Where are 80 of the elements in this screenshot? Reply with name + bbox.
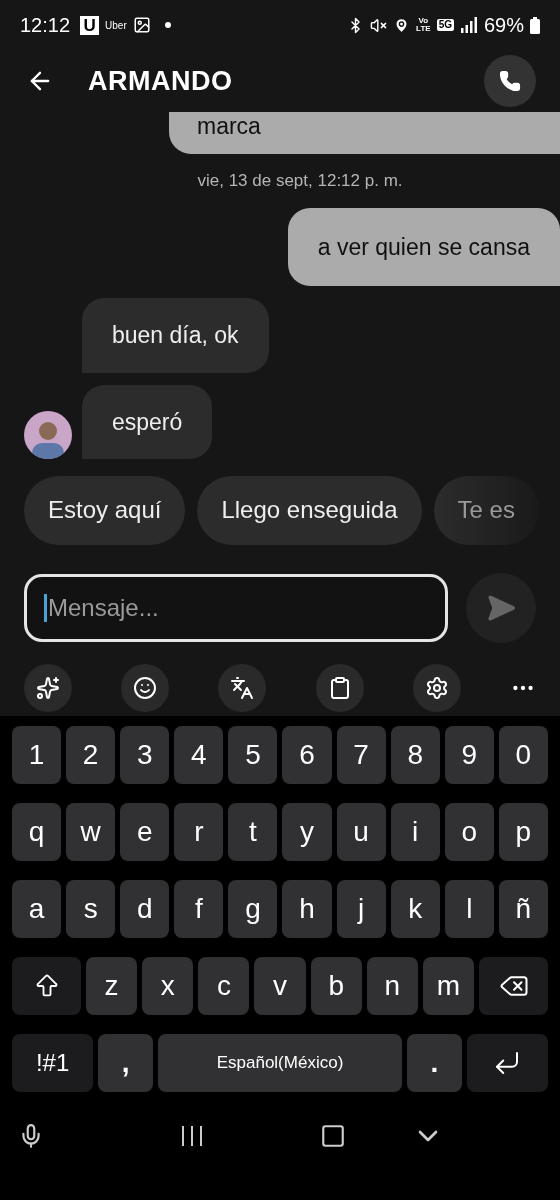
keyboard-key[interactable]: i bbox=[390, 803, 440, 861]
battery-percent: 69% bbox=[483, 13, 524, 38]
clipboard-button[interactable] bbox=[315, 664, 364, 712]
keyboard-key[interactable]: w bbox=[66, 803, 116, 861]
message-timestamp: vie, 13 de sept, 12:12 p. m. bbox=[197, 170, 403, 192]
keyboard-key[interactable]: 8 bbox=[390, 726, 440, 784]
settings-button[interactable] bbox=[412, 664, 461, 712]
keyboard-key[interactable]: m bbox=[422, 957, 474, 1015]
punctuation-key[interactable]: . bbox=[406, 1034, 462, 1092]
contact-name: ARMANDO bbox=[88, 64, 233, 98]
recent-apps-icon[interactable] bbox=[180, 1124, 204, 1148]
keyboard-key[interactable]: 1 bbox=[12, 726, 62, 784]
keyboard-key[interactable]: 3 bbox=[120, 726, 170, 784]
smile-icon bbox=[133, 676, 158, 700]
keyboard-key[interactable]: z bbox=[86, 957, 138, 1015]
keyboard-key[interactable]: y bbox=[282, 803, 332, 861]
keyboard-key[interactable]: o bbox=[444, 803, 494, 861]
keyboard-key[interactable]: p bbox=[498, 803, 548, 861]
keyboard-key[interactable]: 7 bbox=[336, 726, 386, 784]
image-icon bbox=[132, 16, 151, 34]
keyboard-key[interactable]: c bbox=[198, 957, 250, 1015]
signal-icon bbox=[459, 17, 478, 33]
sparkles-icon bbox=[36, 676, 60, 700]
home-icon[interactable] bbox=[320, 1123, 346, 1149]
keyboard-key[interactable]: u bbox=[336, 803, 386, 861]
translate-button[interactable] bbox=[218, 664, 267, 712]
keyboard-key[interactable]: s bbox=[66, 880, 116, 938]
message-field[interactable]: Mensaje... bbox=[24, 574, 448, 642]
keyboard-key[interactable]: v bbox=[254, 957, 306, 1015]
keyboard-key[interactable]: a bbox=[12, 880, 62, 938]
keyboard-key[interactable]: n bbox=[366, 957, 418, 1015]
suggestion-chip[interactable]: Te es bbox=[433, 475, 539, 545]
keyboard-key[interactable]: t bbox=[228, 803, 278, 861]
incoming-message: buen día, ok bbox=[82, 298, 269, 373]
space-key[interactable]: Español(México) bbox=[158, 1034, 402, 1092]
settings-icon bbox=[424, 676, 449, 700]
ai-tools-button[interactable] bbox=[24, 664, 72, 712]
translate-icon bbox=[230, 676, 255, 700]
suggestion-chip[interactable]: Llego enseguida bbox=[197, 475, 422, 545]
enter-key[interactable] bbox=[466, 1034, 548, 1092]
send-icon bbox=[486, 593, 516, 623]
keyboard-key[interactable]: 4 bbox=[174, 726, 224, 784]
keyboard-key[interactable]: k bbox=[390, 880, 440, 938]
keyboard-key[interactable]: h bbox=[282, 880, 332, 938]
network-label: 5G bbox=[436, 18, 454, 32]
keyboard-key[interactable]: 5 bbox=[228, 726, 278, 784]
text-cursor bbox=[44, 594, 47, 622]
suggestion-chip[interactable]: Estoy aquí bbox=[24, 475, 186, 545]
punctuation-key[interactable]: , bbox=[98, 1034, 154, 1092]
keyboard-key[interactable]: 9 bbox=[444, 726, 494, 784]
keyboard-key[interactable]: l bbox=[444, 880, 494, 938]
keyboard-key[interactable]: e bbox=[120, 803, 170, 861]
incoming-message: esperó bbox=[82, 384, 213, 459]
keyboard-key[interactable]: b bbox=[310, 957, 362, 1015]
keyboard-key[interactable]: f bbox=[174, 880, 224, 938]
shift-key[interactable] bbox=[12, 957, 82, 1015]
keyboard-key[interactable]: r bbox=[174, 803, 224, 861]
keyboard-key[interactable]: j bbox=[336, 880, 386, 938]
emoji-button[interactable] bbox=[121, 664, 170, 712]
mute-icon bbox=[370, 16, 388, 34]
app-label: Uber bbox=[105, 18, 127, 33]
keyboard-key[interactable]: 2 bbox=[66, 726, 116, 784]
keyboard-key[interactable]: 6 bbox=[282, 726, 332, 784]
keyboard-key[interactable]: d bbox=[120, 880, 170, 938]
outgoing-message: marca bbox=[169, 112, 560, 154]
keyboard-key[interactable]: g bbox=[228, 880, 278, 938]
keyboard-key[interactable]: x bbox=[142, 957, 194, 1015]
clock: 12:12 bbox=[20, 13, 71, 38]
app-logo: U bbox=[80, 15, 100, 35]
keyboard-key[interactable]: q bbox=[12, 803, 62, 861]
outgoing-message: a ver quien se cansa bbox=[287, 207, 560, 286]
keyboard-key[interactable]: ñ bbox=[498, 880, 548, 938]
keyboard-key[interactable]: 0 bbox=[498, 726, 548, 784]
call-button[interactable] bbox=[484, 55, 536, 107]
volte-label: LTE bbox=[416, 25, 431, 33]
symbols-key[interactable]: !#1 bbox=[12, 1034, 94, 1092]
backspace-key[interactable] bbox=[479, 957, 549, 1015]
battery-icon bbox=[530, 16, 540, 34]
volte-label: Vo bbox=[418, 17, 429, 25]
phone-icon bbox=[499, 70, 521, 92]
